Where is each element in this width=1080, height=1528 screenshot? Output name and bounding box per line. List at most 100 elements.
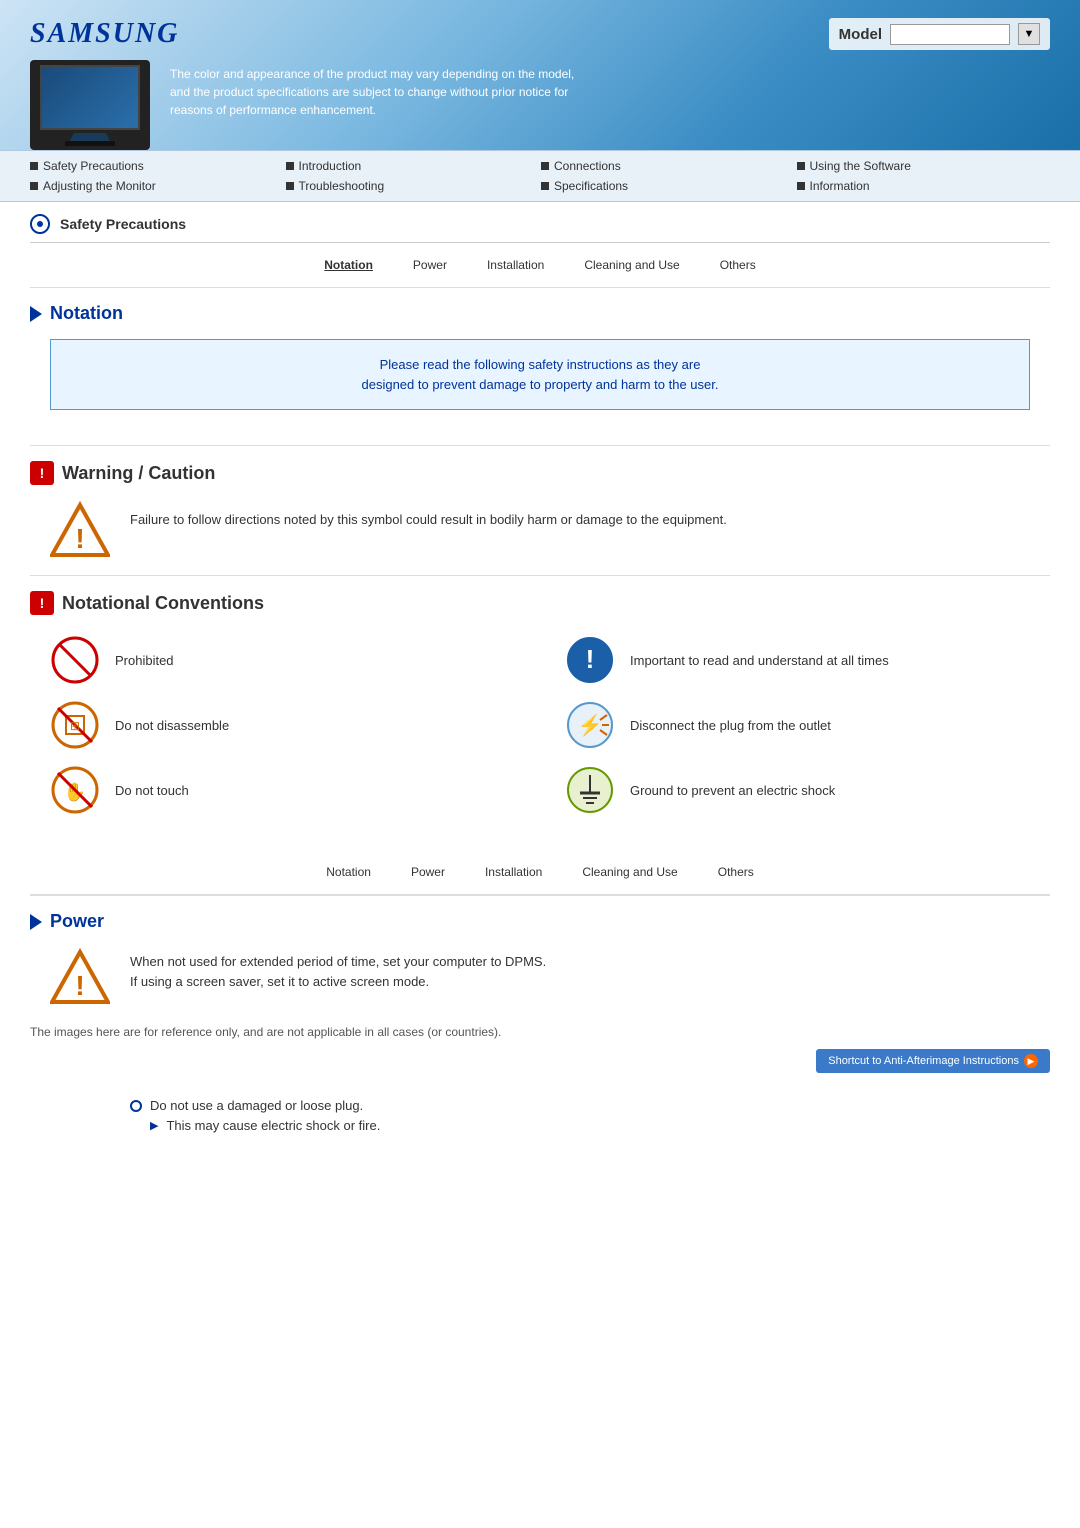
power-bullet-list: Do not use a damaged or loose plug. ▶ Th… bbox=[30, 1088, 1050, 1148]
disconnect-label: Disconnect the plug from the outlet bbox=[630, 718, 831, 733]
power-sub-bullet-item-1: ▶ This may cause electric shock or fire. bbox=[130, 1118, 1050, 1133]
sub-nav2-others[interactable]: Others bbox=[718, 865, 754, 879]
ground-label: Ground to prevent an electric shock bbox=[630, 783, 835, 798]
disconnect-icon: ⚡ bbox=[565, 700, 615, 750]
notation-info-text-line1: Please read the following safety instruc… bbox=[71, 355, 1009, 375]
model-input[interactable] bbox=[890, 24, 1010, 45]
svg-text:⊞: ⊞ bbox=[70, 719, 80, 733]
nav-item-connections[interactable]: Connections bbox=[541, 157, 795, 175]
sub-nav-power[interactable]: Power bbox=[413, 258, 447, 272]
svg-text:!: ! bbox=[75, 970, 84, 1001]
conventions-grid: Prohibited ! Important to read and under… bbox=[30, 635, 1050, 815]
shortcut-button[interactable]: Shortcut to Anti-Afterimage Instructions… bbox=[816, 1049, 1050, 1073]
bullet-label-1: Do not use a damaged or loose plug. bbox=[150, 1098, 363, 1113]
power-content: ! When not used for extended period of t… bbox=[30, 947, 1050, 1010]
nav-item-information[interactable]: Information bbox=[797, 177, 1051, 195]
conventions-exclamation-icon: ! bbox=[30, 591, 54, 615]
warning-title: Warning / Caution bbox=[62, 463, 215, 484]
notation-arrow-icon bbox=[30, 306, 42, 322]
section-title: Safety Precautions bbox=[60, 216, 186, 232]
sub-navigation-top: Notation Power Installation Cleaning and… bbox=[30, 243, 1050, 288]
model-area: Model ▼ bbox=[829, 18, 1050, 50]
prohibited-label: Prohibited bbox=[115, 653, 174, 668]
warning-exclamation-icon: ! bbox=[30, 461, 54, 485]
section-header: Safety Precautions bbox=[30, 202, 1050, 243]
sub-nav2-power[interactable]: Power bbox=[411, 865, 445, 879]
no-disassemble-icon: ⊞ bbox=[50, 700, 100, 750]
power-heading: Power bbox=[30, 911, 1050, 932]
model-label: Model bbox=[839, 26, 882, 43]
power-bullet-item-1: Do not use a damaged or loose plug. bbox=[130, 1098, 1050, 1113]
nav-item-introduction[interactable]: Introduction bbox=[286, 157, 540, 175]
nav-bullet bbox=[30, 162, 38, 170]
power-triangle-icon: ! bbox=[50, 947, 110, 1010]
nav-item-software[interactable]: Using the Software bbox=[797, 157, 1051, 175]
nav-item-safety[interactable]: Safety Precautions bbox=[30, 157, 284, 175]
notation-title: Notation bbox=[50, 303, 123, 324]
convention-prohibited: Prohibited bbox=[50, 635, 535, 685]
warning-text: Failure to follow directions noted by th… bbox=[130, 500, 727, 530]
nav-bullet bbox=[797, 162, 805, 170]
section-circle-icon bbox=[30, 214, 50, 234]
warning-content: ! Failure to follow directions noted by … bbox=[30, 500, 1050, 560]
convention-no-disassemble: ⊞ Do not disassemble bbox=[50, 700, 535, 750]
sub-nav-cleaning[interactable]: Cleaning and Use bbox=[584, 258, 679, 272]
convention-no-touch: ✋ Do not touch bbox=[50, 765, 535, 815]
sub-nav-installation[interactable]: Installation bbox=[487, 258, 544, 272]
conventions-section: ! Notational Conventions Prohibited bbox=[30, 575, 1050, 830]
svg-text:!: ! bbox=[586, 644, 595, 674]
main-navigation: Safety Precautions Introduction Connecti… bbox=[0, 150, 1080, 202]
svg-text:⚡: ⚡ bbox=[578, 713, 603, 737]
nav-bullet bbox=[286, 162, 294, 170]
nav-bullet bbox=[541, 182, 549, 190]
sub-nav2-cleaning[interactable]: Cleaning and Use bbox=[582, 865, 677, 879]
warning-heading: ! Warning / Caution bbox=[30, 461, 1050, 485]
samsung-logo: SAMSUNG bbox=[30, 18, 179, 50]
nav-item-adjusting[interactable]: Adjusting the Monitor bbox=[30, 177, 284, 195]
notation-info-text-line2: designed to prevent damage to property a… bbox=[71, 375, 1009, 395]
ground-icon bbox=[565, 765, 615, 815]
reference-area: The images here are for reference only, … bbox=[30, 1025, 1050, 1073]
convention-disconnect: ⚡ Disconnect the plug from the outlet bbox=[565, 700, 1050, 750]
no-disassemble-label: Do not disassemble bbox=[115, 718, 229, 733]
sub-navigation-bottom: Notation Power Installation Cleaning and… bbox=[30, 850, 1050, 895]
power-section: Power ! When not used for extended perio… bbox=[30, 895, 1050, 1088]
nav-bullet bbox=[286, 182, 294, 190]
power-text: When not used for extended period of tim… bbox=[130, 947, 546, 991]
warning-section: ! Warning / Caution ! Failure to follow … bbox=[30, 445, 1050, 575]
important-label: Important to read and understand at all … bbox=[630, 653, 889, 668]
power-title: Power bbox=[50, 911, 104, 932]
svg-text:!: ! bbox=[75, 523, 84, 554]
main-content: Safety Precautions Notation Power Instal… bbox=[0, 202, 1080, 1148]
shortcut-btn-icon: ▶ bbox=[1024, 1054, 1038, 1068]
nav-bullet bbox=[541, 162, 549, 170]
monitor-image bbox=[30, 60, 150, 150]
sub-nav-notation[interactable]: Notation bbox=[324, 258, 373, 272]
model-dropdown-button[interactable]: ▼ bbox=[1018, 23, 1040, 45]
sub-nav2-installation[interactable]: Installation bbox=[485, 865, 542, 879]
important-icon: ! bbox=[565, 635, 615, 685]
nav-item-specifications[interactable]: Specifications bbox=[541, 177, 795, 195]
no-touch-label: Do not touch bbox=[115, 783, 189, 798]
no-touch-icon: ✋ bbox=[50, 765, 100, 815]
header-description: The color and appearance of the product … bbox=[170, 65, 590, 119]
prohibited-icon bbox=[50, 635, 100, 685]
sub-bullet-label-1: This may cause electric shock or fire. bbox=[166, 1118, 380, 1133]
nav-item-troubleshooting[interactable]: Troubleshooting bbox=[286, 177, 540, 195]
conventions-title: Notational Conventions bbox=[62, 593, 264, 614]
reference-text: The images here are for reference only, … bbox=[30, 1025, 1050, 1039]
power-arrow-icon bbox=[30, 914, 42, 930]
sub-arrow-icon: ▶ bbox=[150, 1119, 158, 1132]
nav-bullet bbox=[30, 182, 38, 190]
page-header: SAMSUNG Model ▼ The color and appearance… bbox=[0, 0, 1080, 150]
notation-info-box: Please read the following safety instruc… bbox=[50, 339, 1030, 410]
sub-nav2-notation[interactable]: Notation bbox=[326, 865, 371, 879]
sub-nav-others[interactable]: Others bbox=[720, 258, 756, 272]
notation-section: Notation Please read the following safet… bbox=[30, 288, 1050, 445]
notation-heading: Notation bbox=[30, 303, 1050, 324]
nav-bullet bbox=[797, 182, 805, 190]
convention-important: ! Important to read and understand at al… bbox=[565, 635, 1050, 685]
shortcut-btn-label: Shortcut to Anti-Afterimage Instructions bbox=[828, 1055, 1019, 1067]
triangle-warning-icon: ! bbox=[50, 500, 110, 560]
convention-ground: Ground to prevent an electric shock bbox=[565, 765, 1050, 815]
